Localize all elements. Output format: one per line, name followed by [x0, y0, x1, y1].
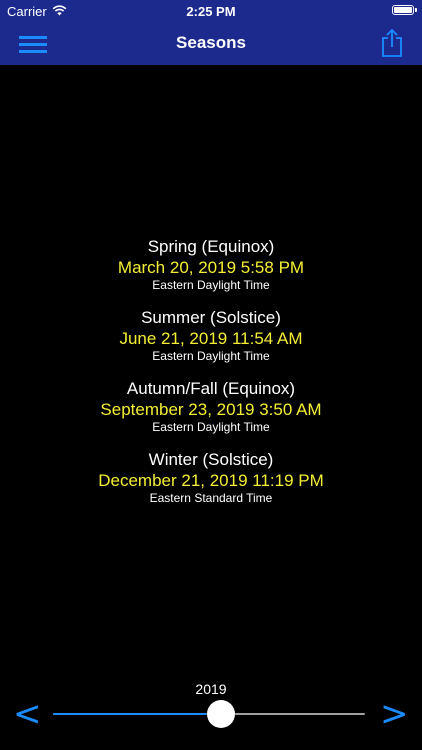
page-title: Seasons [176, 33, 246, 52]
season-date: September 23, 2019 3:50 AM [100, 400, 322, 419]
season-timezone: Eastern Daylight Time [152, 349, 270, 363]
season-timezone: Eastern Daylight Time [152, 420, 270, 434]
status-bar: Carrier 2:25 PM [0, 0, 422, 22]
seasons-list: Spring (Equinox) March 20, 2019 5:58 PM … [0, 236, 422, 520]
year-label: 2019 [195, 681, 227, 697]
share-icon[interactable] [380, 28, 404, 58]
season-name: Summer (Solstice) [141, 308, 281, 327]
season-name: Spring (Equinox) [147, 237, 275, 256]
next-year-button[interactable]: > [380, 697, 409, 731]
season-date: March 20, 2019 5:58 PM [117, 258, 305, 277]
battery-tip [415, 8, 417, 12]
season-timezone: Eastern Daylight Time [152, 278, 270, 292]
season-date: December 21, 2019 11:19 PM [98, 471, 324, 490]
previous-year-button[interactable]: < [13, 697, 42, 731]
season-spring: Spring (Equinox) March 20, 2019 5:58 PM … [0, 236, 422, 307]
status-time: 2:25 PM [186, 4, 236, 19]
year-slider[interactable] [53, 700, 365, 728]
season-winter: Winter (Solstice) December 21, 2019 11:1… [0, 449, 422, 520]
nav-bar: Seasons [0, 22, 422, 65]
slider-thumb[interactable] [207, 700, 236, 728]
season-name: Autumn/Fall (Equinox) [126, 379, 296, 398]
slider-fill [53, 713, 222, 715]
battery-icon [392, 5, 414, 15]
season-autumn: Autumn/Fall (Equinox) September 23, 2019… [0, 378, 422, 449]
season-name: Winter (Solstice) [148, 450, 274, 469]
season-date: June 21, 2019 11:54 AM [119, 329, 303, 348]
season-summer: Summer (Solstice) June 21, 2019 11:54 AM… [0, 307, 422, 378]
season-timezone: Eastern Standard Time [149, 491, 273, 505]
